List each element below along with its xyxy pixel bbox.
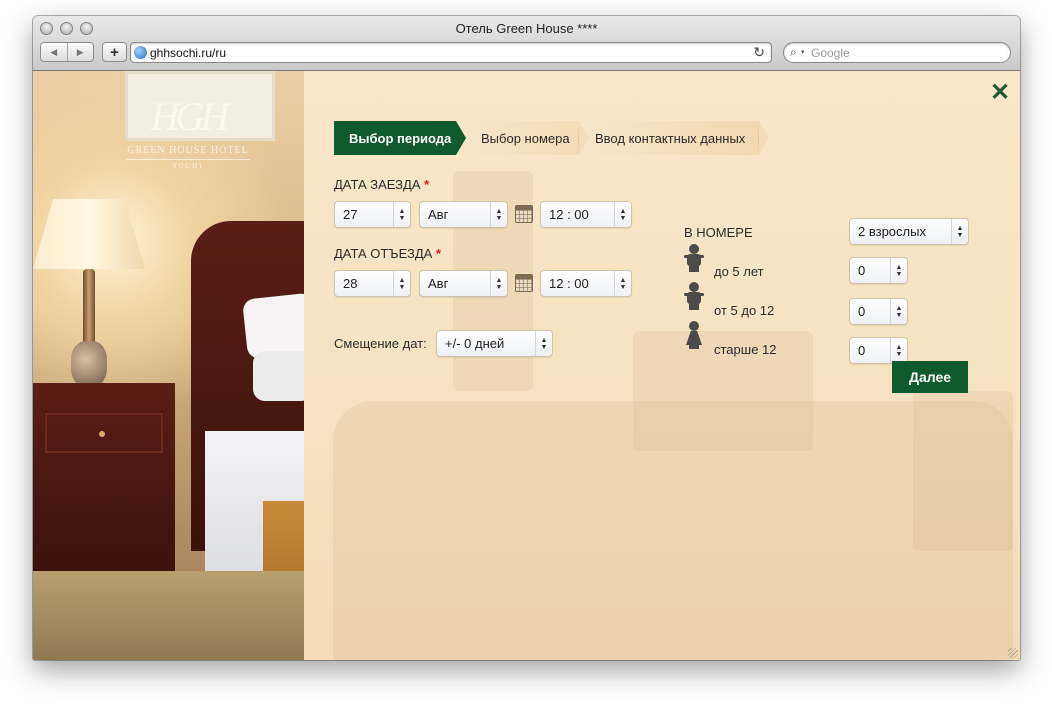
- stepper-arrows-icon: ▲ ▼: [890, 299, 907, 324]
- checkin-label: ДАТА ЗАЕЗДА *: [334, 177, 430, 192]
- globe-icon: [134, 46, 147, 59]
- magnifier-icon[interactable]: ⌕: [790, 45, 797, 60]
- stepper-arrows-icon: ▲ ▼: [490, 202, 507, 227]
- stepper-arrows-icon: ▲ ▼: [614, 271, 631, 296]
- adults-select[interactable]: 2 взрослых ▲ ▼: [849, 218, 969, 245]
- window-title: Отель Green House ****: [455, 21, 598, 36]
- browser-window: Отель Green House **** ◀ ▶ + ghhsochi.ru…: [33, 16, 1020, 660]
- checkout-time-select[interactable]: 12 : 00 ▲ ▼: [540, 270, 632, 297]
- reload-icon[interactable]: ↻: [753, 44, 765, 61]
- checkin-time-select[interactable]: 12 : 00 ▲ ▼: [540, 201, 632, 228]
- step-contact-details[interactable]: Ввод контактных данных: [579, 121, 769, 155]
- chevron-down-icon[interactable]: ▾: [801, 48, 805, 56]
- back-icon[interactable]: ◀: [41, 43, 67, 61]
- calendar-icon[interactable]: [515, 274, 533, 292]
- add-bookmark-icon[interactable]: +: [102, 42, 127, 62]
- forward-icon[interactable]: ▶: [66, 43, 94, 61]
- stepper-arrows-icon: ▲ ▼: [535, 331, 552, 356]
- step-label: Выбор номера: [481, 130, 570, 146]
- close-icon[interactable]: ✕: [989, 81, 1011, 105]
- logo-name: GREEN HOUSE HOTEL: [127, 145, 249, 156]
- baby-icon: [684, 244, 704, 272]
- logo-monogram: HGH: [150, 94, 230, 139]
- search-input[interactable]: [811, 44, 1001, 61]
- booking-page: HGH GREEN HOUSE HOTEL SOCHI ✕ Выбор пери…: [33, 71, 1020, 660]
- calendar-icon[interactable]: [515, 205, 533, 223]
- child-icon: [684, 282, 704, 310]
- next-button[interactable]: Далее: [892, 361, 968, 393]
- search-box[interactable]: ⌕ ▾: [783, 42, 1011, 63]
- stepper-arrows-icon: ▲ ▼: [890, 338, 907, 363]
- stepper-arrows-icon: ▲ ▼: [393, 271, 410, 296]
- history-nav: ◀ ▶: [40, 42, 94, 62]
- step-select-room[interactable]: Выбор номера: [456, 121, 589, 155]
- step-select-period[interactable]: Выбор периода: [334, 121, 466, 155]
- hotel-room-photo: HGH GREEN HOUSE HOTEL SOCHI: [33, 71, 304, 660]
- logo-city: SOCHI: [126, 159, 250, 170]
- stepper-arrows-icon: ▲ ▼: [393, 202, 410, 227]
- stepper-arrows-icon: ▲ ▼: [951, 219, 968, 244]
- required-mark: *: [424, 177, 430, 192]
- date-shift-select[interactable]: +/- 0 дней ▲ ▼: [436, 330, 553, 357]
- url-text[interactable]: ghhsochi.ru/ru: [150, 46, 226, 60]
- checkout-month-select[interactable]: Авг ▲ ▼: [419, 270, 508, 297]
- stepper-arrows-icon: ▲ ▼: [490, 271, 507, 296]
- children-under-5-select[interactable]: 0 ▲ ▼: [849, 257, 908, 284]
- checkout-label: ДАТА ОТЪЕЗДА *: [334, 246, 441, 261]
- teen-icon: [684, 321, 704, 349]
- checkin-month-select[interactable]: Авг ▲ ▼: [419, 201, 508, 228]
- address-bar[interactable]: ghhsochi.ru/ru ↻: [130, 42, 772, 63]
- room-label: В НОМЕРЕ: [684, 225, 753, 240]
- guest-label: старше 12: [714, 342, 777, 357]
- hotel-logo: HGH GREEN HOUSE HOTEL SOCHI: [106, 95, 270, 185]
- children-over-12-select[interactable]: 0 ▲ ▼: [849, 337, 908, 364]
- resize-grip-icon[interactable]: [1008, 648, 1018, 658]
- step-label: Выбор периода: [349, 130, 452, 146]
- date-shift-label: Смещение дат:: [334, 336, 427, 351]
- nightstand-decor: [33, 383, 175, 578]
- children-5-12-select[interactable]: 0 ▲ ▼: [849, 298, 908, 325]
- booking-steps: Выбор периода Выбор номера Ввод контактн…: [334, 121, 769, 155]
- checkin-day-select[interactable]: 27 ▲ ▼: [334, 201, 411, 228]
- browser-toolbar: Отель Green House **** ◀ ▶ + ghhsochi.ru…: [33, 16, 1020, 71]
- guest-label: от 5 до 12: [714, 303, 775, 318]
- stepper-arrows-icon: ▲ ▼: [614, 202, 631, 227]
- guest-label: до 5 лет: [714, 264, 764, 279]
- step-label: Ввод контактных данных: [595, 130, 746, 146]
- checkout-day-select[interactable]: 28 ▲ ▼: [334, 270, 411, 297]
- stepper-arrows-icon: ▲ ▼: [890, 258, 907, 283]
- required-mark: *: [435, 246, 441, 261]
